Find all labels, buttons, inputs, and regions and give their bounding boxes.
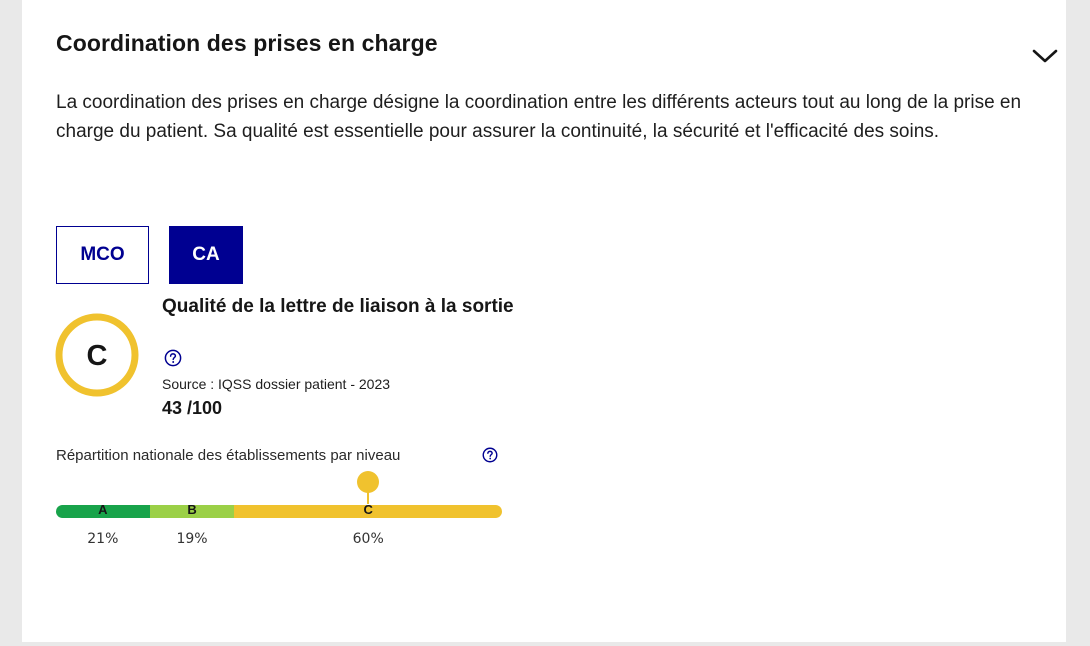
distribution-label-text: Répartition nationale des établissements… <box>56 447 401 464</box>
distribution-label: Répartition nationale des établissements… <box>56 447 400 464</box>
segment-letter-b: B <box>187 502 197 517</box>
section-description: La coordination des prises en charge dés… <box>56 92 1022 142</box>
chevron-down-icon[interactable] <box>1030 44 1060 68</box>
indicator-source: Source : IQSS dossier patient - 2023 <box>162 376 391 392</box>
segment-letter-a: A <box>98 502 108 517</box>
tab-ca[interactable]: CA <box>169 226 243 284</box>
tab-mco[interactable]: MCO <box>56 226 149 284</box>
segment-percent-c: 60% <box>352 531 384 547</box>
question-circle-icon[interactable] <box>482 447 498 463</box>
segment-percent-a: 21% <box>87 531 119 547</box>
segment-percent-b: 19% <box>176 531 208 547</box>
location-pin-icon <box>357 471 380 504</box>
question-circle-icon[interactable] <box>164 349 182 367</box>
distribution-bar <box>56 505 502 518</box>
indicator-title: Qualité de la lettre de liaison à la sor… <box>162 296 514 317</box>
indicator-score: 43 /100 <box>162 398 223 418</box>
indicator-card: Coordination des prises en charge La coo… <box>22 0 1066 642</box>
grade-badge: C <box>55 313 139 397</box>
grade-letter: C <box>87 340 108 372</box>
section-title: Coordination des prises en charge <box>56 30 438 56</box>
